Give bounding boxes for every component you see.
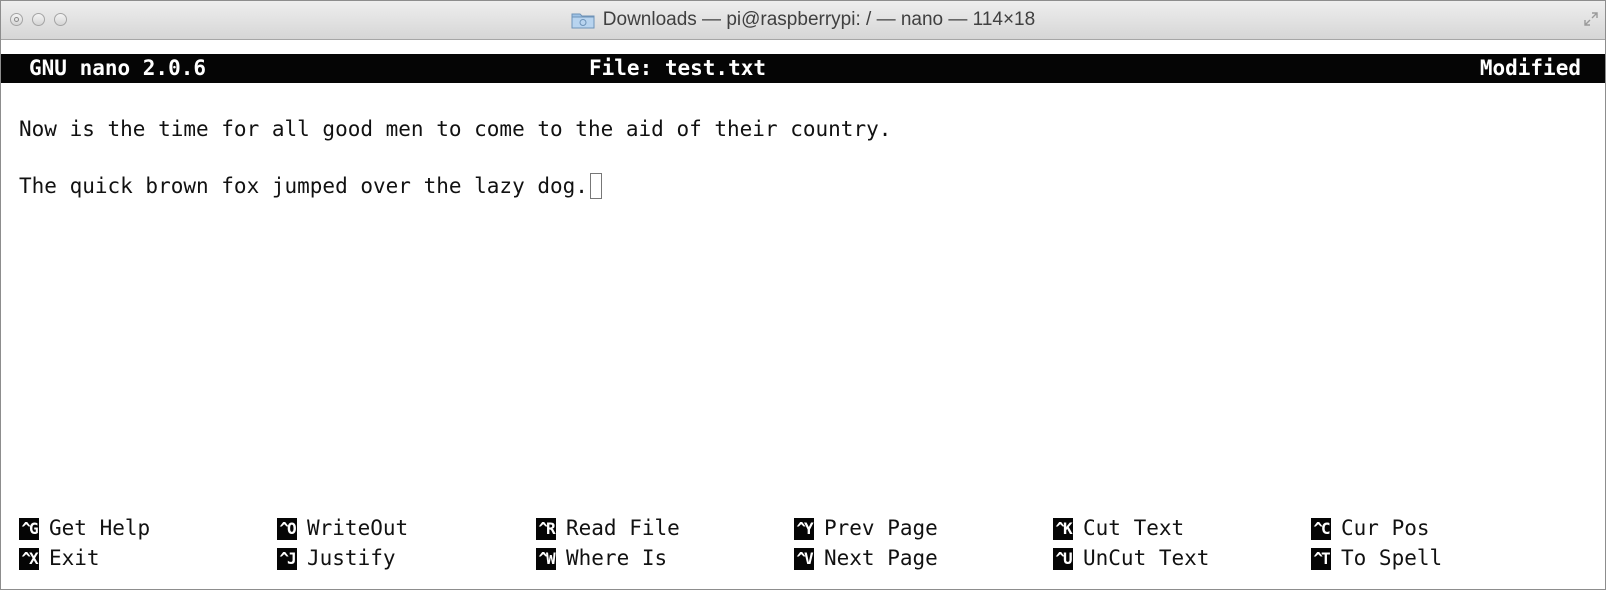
shortcut-key: ^K bbox=[1053, 518, 1073, 540]
shortcut-cut-text[interactable]: ^K Cut Text bbox=[1053, 515, 1184, 541]
shortcut-read-file[interactable]: ^R Read File bbox=[536, 515, 680, 541]
shortcut-to-spell[interactable]: ^T To Spell bbox=[1311, 545, 1442, 571]
terminal-area[interactable]: GNU nano 2.0.6 File: test.txt Modified N… bbox=[1, 40, 1605, 589]
nano-title-bar: GNU nano 2.0.6 File: test.txt Modified bbox=[1, 54, 1605, 83]
shortcut-label: Prev Page bbox=[824, 516, 938, 540]
shortcut-label: To Spell bbox=[1341, 546, 1443, 570]
shortcut-writeout[interactable]: ^O WriteOut bbox=[277, 515, 408, 541]
shortcut-key: ^W bbox=[536, 548, 556, 570]
shortcut-next-page[interactable]: ^V Next Page bbox=[794, 545, 938, 571]
text-cursor bbox=[589, 173, 602, 199]
shortcut-key: ^J bbox=[277, 548, 297, 570]
shortcut-key: ^R bbox=[536, 518, 556, 540]
terminal-window: Downloads — pi@raspberrypi: / — nano — 1… bbox=[0, 0, 1606, 590]
line-text: Now is the time for all good men to come… bbox=[19, 117, 892, 141]
shortcut-label: Justify bbox=[307, 546, 396, 570]
editor-line[interactable]: The quick brown fox jumped over the lazy… bbox=[19, 172, 602, 200]
title-bar[interactable]: Downloads — pi@raspberrypi: / — nano — 1… bbox=[1, 1, 1605, 40]
shortcut-label: Get Help bbox=[49, 516, 151, 540]
shortcut-key: ^O bbox=[277, 518, 297, 540]
shortcut-label: Exit bbox=[49, 546, 100, 570]
shortcut-label: Cut Text bbox=[1083, 516, 1185, 540]
shortcut-label: UnCut Text bbox=[1083, 546, 1210, 570]
modified-status: Modified bbox=[1479, 56, 1581, 80]
file-name: File: test.txt bbox=[589, 56, 767, 80]
shortcut-key: ^C bbox=[1311, 518, 1331, 540]
fullscreen-icon[interactable] bbox=[1583, 11, 1599, 27]
shortcut-key: ^U bbox=[1053, 548, 1073, 570]
shortcut-label: WriteOut bbox=[307, 516, 409, 540]
shortcut-label: Next Page bbox=[824, 546, 938, 570]
shortcut-label: Cur Pos bbox=[1341, 516, 1430, 540]
shortcut-key: ^X bbox=[19, 548, 39, 570]
line-text: The quick brown fox jumped over the lazy… bbox=[19, 174, 588, 198]
shortcut-key: ^Y bbox=[794, 518, 814, 540]
shortcut-exit[interactable]: ^X Exit bbox=[19, 545, 100, 571]
shortcut-key: ^V bbox=[794, 548, 814, 570]
shortcut-label: Where Is bbox=[566, 546, 668, 570]
shortcut-cur-pos[interactable]: ^C Cur Pos bbox=[1311, 515, 1430, 541]
editor-line[interactable]: Now is the time for all good men to come… bbox=[19, 115, 891, 143]
window-title-group: Downloads — pi@raspberrypi: / — nano — 1… bbox=[1, 1, 1605, 39]
shortcut-key: ^T bbox=[1311, 548, 1331, 570]
nano-version: GNU nano 2.0.6 bbox=[29, 56, 207, 80]
window-title: Downloads — pi@raspberrypi: / — nano — 1… bbox=[602, 9, 1036, 30]
folder-icon bbox=[571, 13, 595, 29]
shortcut-label: Read File bbox=[566, 516, 680, 540]
shortcut-where-is[interactable]: ^W Where Is bbox=[536, 545, 667, 571]
shortcut-uncut-text[interactable]: ^U UnCut Text bbox=[1053, 545, 1209, 571]
shortcut-key: ^G bbox=[19, 518, 39, 540]
shortcut-justify[interactable]: ^J Justify bbox=[277, 545, 396, 571]
shortcut-get-help[interactable]: ^G Get Help bbox=[19, 515, 150, 541]
shortcut-prev-page[interactable]: ^Y Prev Page bbox=[794, 515, 938, 541]
